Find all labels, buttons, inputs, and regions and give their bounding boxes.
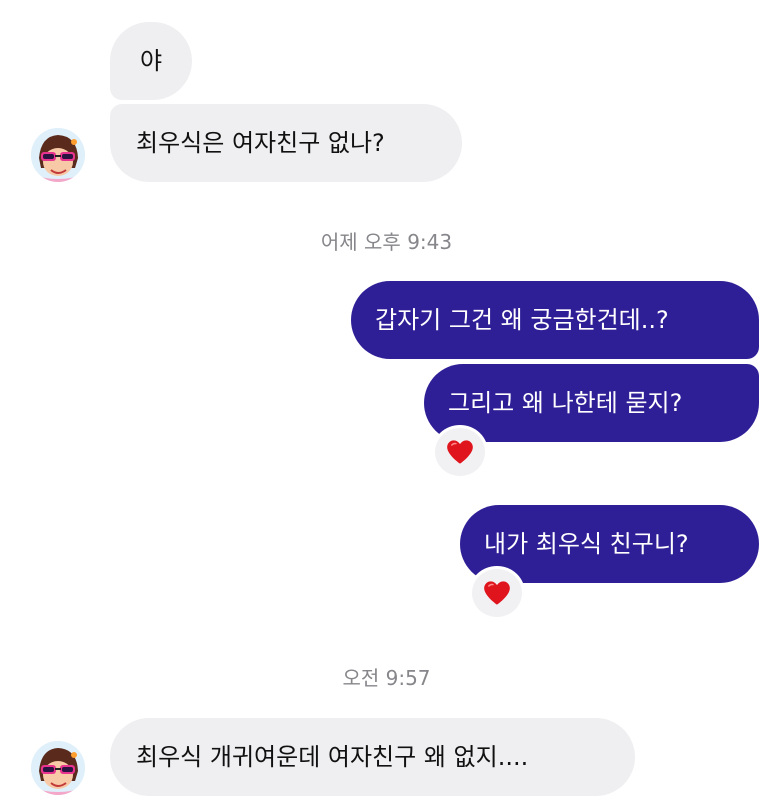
message-text: 갑자기 그건 왜 궁금한건데..?	[375, 306, 669, 334]
message-bubble-incoming[interactable]: 최우식 개귀여운데 여자친구 왜 없지....	[110, 718, 635, 796]
message-bubble-outgoing[interactable]: 갑자기 그건 왜 궁금한건데..?	[351, 281, 759, 359]
message-text: 최우식 개귀여운데 여자친구 왜 없지....	[136, 743, 529, 771]
heart-icon	[484, 581, 510, 605]
cartoon-avatar-icon	[31, 741, 85, 795]
message-reaction[interactable]	[469, 566, 525, 620]
message-text: 야	[139, 47, 163, 75]
cartoon-avatar-icon	[31, 128, 85, 182]
avatar[interactable]	[31, 128, 85, 182]
timestamp: 어제 오후 9:43	[320, 230, 453, 254]
message-text: 그리고 왜 나한테 묻지?	[448, 389, 683, 417]
message-bubble-incoming[interactable]: 최우식은 여자친구 없나?	[110, 104, 462, 182]
heart-icon	[447, 440, 473, 464]
timestamp: 오전 9:57	[342, 666, 431, 690]
message-text: 최우식은 여자친구 없나?	[136, 129, 385, 157]
message-text: 내가 최우식 친구니?	[484, 530, 689, 558]
avatar[interactable]	[31, 741, 85, 795]
message-reaction[interactable]	[432, 425, 488, 479]
message-bubble-incoming[interactable]: 야	[110, 22, 192, 100]
